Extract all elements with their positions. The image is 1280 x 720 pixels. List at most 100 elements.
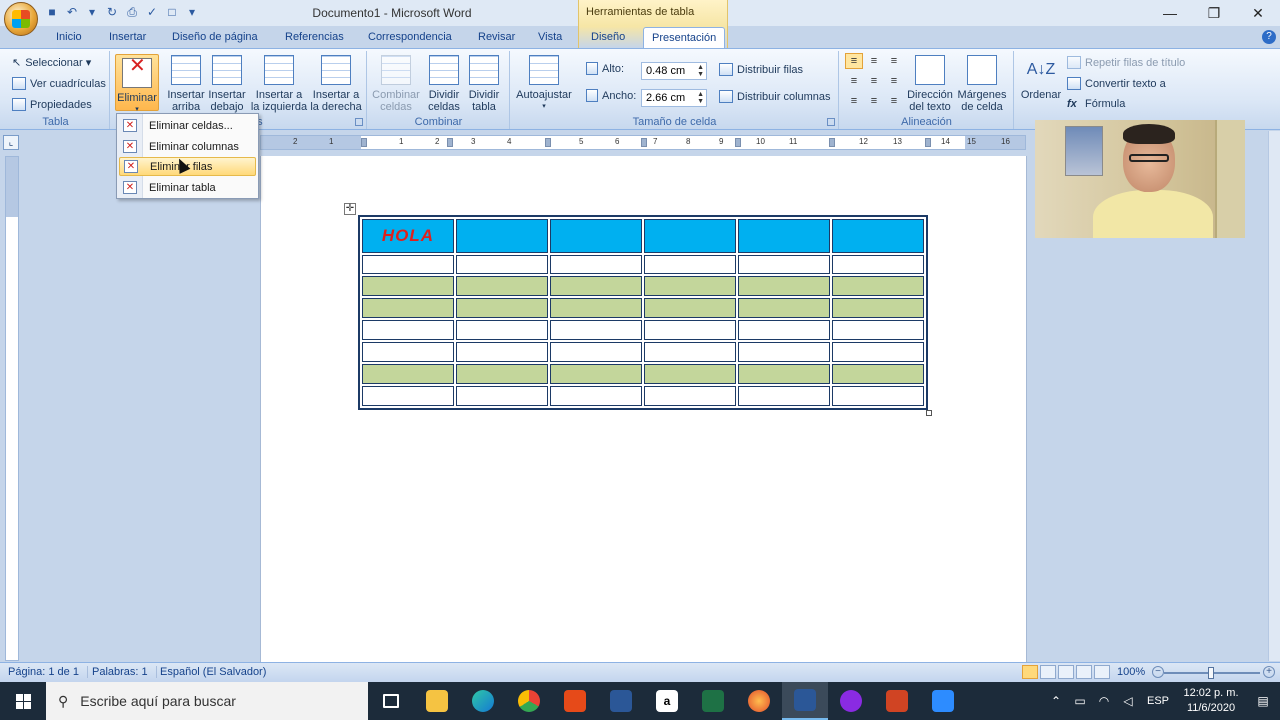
start-button[interactable] [0,682,46,720]
table-cell[interactable] [362,298,454,319]
firefox-button[interactable] [736,682,782,720]
insert-above-button[interactable]: Insertar arriba [165,55,207,113]
edge-button[interactable] [460,682,506,720]
tab-presentacion[interactable]: Presentación [643,27,726,49]
tab-vista[interactable]: Vista [538,31,562,43]
notifications-icon[interactable]: ▤ [1246,694,1280,708]
column-marker-icon[interactable] [447,138,453,147]
column-marker-icon[interactable] [925,138,931,147]
insert-right-button[interactable]: Insertar a la derecha [309,55,363,113]
table-cell[interactable] [550,276,642,297]
table-cell[interactable] [644,219,736,253]
table-cell[interactable] [456,219,548,253]
office-button[interactable] [4,2,38,36]
tab-diseno[interactable]: Diseño [591,31,625,43]
table-cell[interactable] [644,342,736,363]
tab-revisar[interactable]: Revisar [478,31,515,43]
horizontal-ruler[interactable]: 2 1 1 2 3 4 5 6 7 8 9 10 11 12 13 14 15 … [260,135,1026,150]
column-marker-icon[interactable] [829,138,835,147]
table-cell[interactable] [738,320,830,341]
draft-view-icon[interactable] [1094,665,1110,679]
align-top-right-icon[interactable]: ≡ [885,53,903,69]
document-table[interactable]: HOLA [358,215,928,410]
split-cells-button[interactable]: Dividir celdas [424,55,464,113]
spin-arrows-icon[interactable]: ▲ ▼ [697,64,704,78]
tray-expand-icon[interactable]: ⌃ [1044,694,1068,708]
menu-item-delete-columns[interactable]: ✕ Eliminar columnas [119,137,256,156]
table-cell[interactable] [550,364,642,384]
align-bottom-right-icon[interactable]: ≡ [885,93,903,109]
table-cell[interactable] [644,385,736,406]
table-cell[interactable] [456,254,548,275]
close-icon[interactable]: ✕ [1236,0,1280,26]
table-cell[interactable] [644,298,736,319]
table-cell[interactable] [456,298,548,319]
align-bottom-left-icon[interactable]: ≡ [845,93,863,109]
merge-cells-button[interactable]: Combinar celdas [372,55,420,113]
zoom-out-icon[interactable]: − [1152,666,1164,678]
menu-item-delete-cells[interactable]: ✕ Eliminar celdas... [119,116,256,135]
table-cell[interactable] [456,385,548,406]
task-view-button[interactable] [368,682,414,720]
table-cell[interactable] [832,320,924,341]
table-cell[interactable] [456,320,548,341]
office-app-button[interactable] [552,682,598,720]
wifi-icon[interactable]: ◠ [1092,694,1116,708]
sort-button[interactable]: A↓Z Ordenar [1019,55,1063,101]
table-cell[interactable] [832,364,924,384]
formula-button[interactable]: fx Fórmula [1067,98,1125,110]
insert-left-button[interactable]: Insertar a la izquierda [249,55,309,113]
table-move-handle-icon[interactable]: ✛ [344,203,356,215]
table-cell[interactable] [550,320,642,341]
table-cell[interactable] [456,276,548,297]
table-cell[interactable] [362,364,454,384]
dialog-launcher-icon[interactable] [827,118,835,126]
vertical-scrollbar[interactable] [1268,131,1280,661]
tab-referencias[interactable]: Referencias [285,31,344,43]
height-input[interactable]: 0.48 cm ▲ ▼ [641,62,707,80]
amazon-button[interactable]: a [644,682,690,720]
column-marker-icon[interactable] [641,138,647,147]
table-cell[interactable] [644,276,736,297]
table-cell[interactable] [738,276,830,297]
repeat-header-rows-button[interactable]: Repetir filas de título [1067,56,1185,69]
select-button[interactable]: ↖ Seleccionar ▾ [12,56,91,69]
table-cell[interactable] [832,276,924,297]
column-marker-icon[interactable] [545,138,551,147]
table-cell[interactable] [550,342,642,363]
tab-inicio[interactable]: Inicio [56,31,82,43]
column-marker-icon[interactable] [735,138,741,147]
align-top-center-icon[interactable]: ≡ [865,53,883,69]
table-cell[interactable] [738,219,830,253]
dialog-launcher-icon[interactable] [355,118,363,126]
powerpoint-button[interactable] [874,682,920,720]
status-language[interactable]: Español (El Salvador) [160,666,274,678]
autofit-button[interactable]: Autoajustar ▾ [515,55,573,113]
volume-icon[interactable]: ◁ [1116,694,1140,708]
align-middle-center-icon[interactable]: ≡ [865,73,883,89]
zoom-in-icon[interactable]: + [1263,666,1275,678]
input-language[interactable]: ESP [1140,695,1176,707]
insert-below-button[interactable]: Insertar debajo [207,55,247,113]
word-app-button[interactable] [598,682,644,720]
table-cell[interactable] [362,342,454,363]
table-cell[interactable] [550,219,642,253]
table-cell[interactable] [738,298,830,319]
cell-margins-button[interactable]: Márgenes de celda [956,55,1008,113]
table-cell[interactable] [550,254,642,275]
tab-stop-selector-icon[interactable]: ⌞ [3,135,19,150]
print-layout-icon[interactable] [1022,665,1038,679]
table-cell[interactable] [644,364,736,384]
table-cell[interactable] [456,342,548,363]
table-cell[interactable] [832,385,924,406]
table-cell[interactable] [362,276,454,297]
align-bottom-center-icon[interactable]: ≡ [865,93,883,109]
table-cell[interactable] [832,219,924,253]
align-top-left-icon[interactable]: ≡ [845,53,863,69]
distribute-rows-button[interactable]: Distribuir filas [719,63,803,76]
view-gridlines-button[interactable]: Ver cuadrículas [12,77,106,90]
vertical-ruler[interactable] [5,156,19,661]
table-cell[interactable]: HOLA [362,219,454,253]
file-explorer-button[interactable] [414,682,460,720]
spin-arrows-icon[interactable]: ▲ ▼ [697,91,704,105]
